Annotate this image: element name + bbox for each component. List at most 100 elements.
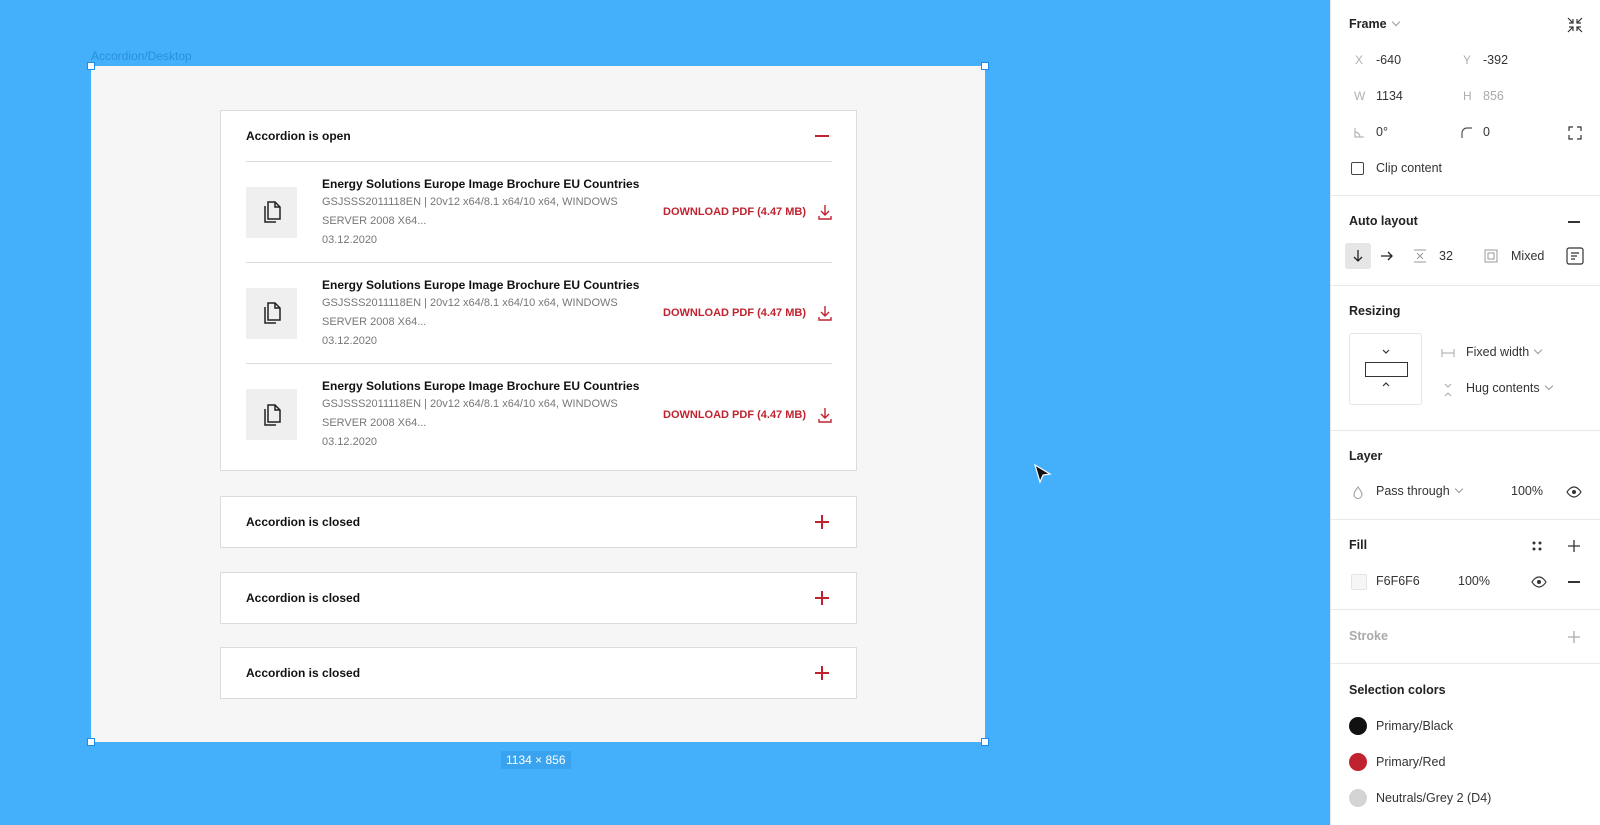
download-pdf-link[interactable]: DOWNLOAD PDF (4.47 MB) xyxy=(663,409,806,421)
selection-color-item[interactable]: Primary/Black xyxy=(1349,717,1453,735)
collapse-icon[interactable] xyxy=(1567,17,1583,33)
resize-handle[interactable] xyxy=(981,62,989,70)
selection-color-item[interactable]: Neutrals/Grey 2 (D4) xyxy=(1349,789,1491,807)
design-canvas[interactable]: Accordion/Desktop Accordion is open Ener… xyxy=(0,0,1330,825)
clip-content-checkbox[interactable] xyxy=(1351,161,1364,175)
x-label: X xyxy=(1355,53,1364,67)
blend-mode-icon xyxy=(1353,486,1363,499)
stroke-title: Stroke xyxy=(1349,629,1388,643)
document-date: 03.12.2020 xyxy=(322,436,378,448)
download-pdf-link[interactable]: DOWNLOAD PDF (4.47 MB) xyxy=(663,307,806,319)
document-icon xyxy=(246,389,297,440)
w-input[interactable]: 1134 xyxy=(1376,89,1403,103)
padding-icon xyxy=(1484,249,1498,263)
frame-label[interactable]: Accordion/Desktop xyxy=(91,49,192,63)
chevron-down-icon[interactable] xyxy=(1391,17,1400,27)
color-name: Primary/Black xyxy=(1376,719,1454,733)
color-swatch[interactable] xyxy=(1349,717,1367,735)
eye-icon[interactable] xyxy=(1566,486,1582,498)
fill-hex-input[interactable]: F6F6F6 xyxy=(1376,574,1420,588)
accordion-open-header[interactable]: Accordion is open xyxy=(221,111,856,161)
eye-icon[interactable] xyxy=(1531,576,1547,588)
spacing-input[interactable]: 32 xyxy=(1439,249,1453,263)
accordion-open[interactable]: Accordion is open Energy Solutions Europ… xyxy=(220,110,857,471)
accordion-desktop-frame[interactable]: Accordion is open Energy Solutions Europ… xyxy=(91,66,985,742)
document-item: Energy Solutions Europe Image Brochure E… xyxy=(246,364,832,465)
download-icon[interactable] xyxy=(818,407,832,423)
chevron-down-icon[interactable] xyxy=(1533,345,1543,355)
cursor-icon xyxy=(1034,464,1052,484)
vertical-resize-select[interactable]: Hug contents xyxy=(1466,381,1540,395)
chevron-down-icon[interactable] xyxy=(1544,381,1553,391)
horizontal-resize-select[interactable]: Fixed width xyxy=(1466,345,1529,359)
alignment-icon[interactable] xyxy=(1566,247,1584,265)
fill-color-swatch[interactable] xyxy=(1351,574,1367,590)
resize-handle[interactable] xyxy=(981,738,989,746)
remove-fill-icon[interactable] xyxy=(1568,581,1580,583)
selection-colors-title: Selection colors xyxy=(1349,683,1446,697)
accordion-closed[interactable]: Accordion is closed xyxy=(220,647,857,699)
arrow-down-icon xyxy=(1353,250,1363,262)
selection-color-item[interactable]: Primary/Red xyxy=(1349,753,1445,771)
document-item: Energy Solutions Europe Image Brochure E… xyxy=(246,263,832,364)
document-title: Energy Solutions Europe Image Brochure E… xyxy=(322,176,640,191)
color-swatch[interactable] xyxy=(1349,789,1367,807)
document-description: GSJSSS2011118EN | 20v12 x64/8.1 x64/10 x… xyxy=(322,195,618,227)
layer-opacity-input[interactable]: 100% xyxy=(1511,484,1543,498)
document-date: 03.12.2020 xyxy=(322,233,378,246)
corner-radius-input[interactable]: 0 xyxy=(1483,125,1490,139)
clip-content-label: Clip content xyxy=(1376,161,1443,175)
y-label: Y xyxy=(1463,53,1472,67)
padding-input[interactable]: Mixed xyxy=(1511,249,1544,263)
chevron-down-icon[interactable] xyxy=(1454,484,1463,494)
download-icon[interactable] xyxy=(818,305,832,321)
size-badge: 1134 × 856 xyxy=(501,751,571,769)
vertical-resize-icon xyxy=(1444,383,1452,397)
selection-colors-section: Selection colors Primary/Black Primary/R… xyxy=(1331,664,1600,824)
h-label: H xyxy=(1463,89,1472,103)
resizing-title: Resizing xyxy=(1349,304,1401,318)
direction-vertical-button[interactable] xyxy=(1345,243,1371,269)
fill-title: Fill xyxy=(1349,538,1368,552)
remove-auto-layout-icon[interactable] xyxy=(1568,221,1580,223)
x-input[interactable]: -640 xyxy=(1376,53,1401,67)
fill-opacity-input[interactable]: 100% xyxy=(1458,574,1490,588)
add-stroke-icon[interactable] xyxy=(1567,630,1581,644)
document-title: Energy Solutions Europe Image Brochure E… xyxy=(322,379,640,393)
resizing-preview xyxy=(1349,333,1422,405)
layer-section: Layer Pass through 100% xyxy=(1331,431,1600,520)
accordion-closed[interactable]: Accordion is closed xyxy=(220,572,857,624)
spacing-icon xyxy=(1414,249,1426,263)
accordion-closed-title: Accordion is closed xyxy=(246,515,361,529)
color-swatch[interactable] xyxy=(1349,753,1367,771)
accordion-closed[interactable]: Accordion is closed xyxy=(220,496,857,548)
stroke-section: Stroke xyxy=(1331,610,1600,664)
plus-icon[interactable] xyxy=(812,663,832,683)
document-icon xyxy=(246,186,297,238)
color-name: Neutrals/Grey 2 (D4) xyxy=(1376,791,1492,805)
blend-mode-select[interactable]: Pass through xyxy=(1376,484,1450,498)
arrow-right-icon[interactable] xyxy=(1381,251,1393,261)
y-input[interactable]: -392 xyxy=(1483,53,1508,67)
layer-title: Layer xyxy=(1349,449,1383,463)
rotation-input[interactable]: 0° xyxy=(1376,125,1388,139)
h-input[interactable]: 856 xyxy=(1483,89,1504,103)
independent-corners-icon[interactable] xyxy=(1568,126,1582,140)
resize-handle[interactable] xyxy=(87,62,95,70)
download-icon[interactable] xyxy=(818,204,832,220)
accordion-open-title: Accordion is open xyxy=(246,129,351,143)
frame-section-title[interactable]: Frame xyxy=(1349,17,1387,31)
document-description: GSJSSS2011118EN | 20v12 x64/8.1 x64/10 x… xyxy=(322,398,618,429)
plus-icon[interactable] xyxy=(812,512,832,532)
resize-handle[interactable] xyxy=(87,738,95,746)
minus-icon[interactable] xyxy=(812,126,832,146)
add-fill-icon[interactable] xyxy=(1567,539,1581,553)
document-icon xyxy=(246,287,297,339)
accordion-closed-title: Accordion is closed xyxy=(246,591,361,605)
plus-icon[interactable] xyxy=(812,588,832,608)
document-item: Energy Solutions Europe Image Brochure E… xyxy=(246,162,832,263)
auto-layout-section: Auto layout 32 Mixed xyxy=(1331,196,1600,286)
style-grid-icon[interactable] xyxy=(1531,540,1543,552)
download-pdf-link[interactable]: DOWNLOAD PDF (4.47 MB) xyxy=(663,206,806,218)
resizing-section: Resizing Fixed width Hug contents xyxy=(1331,286,1600,431)
